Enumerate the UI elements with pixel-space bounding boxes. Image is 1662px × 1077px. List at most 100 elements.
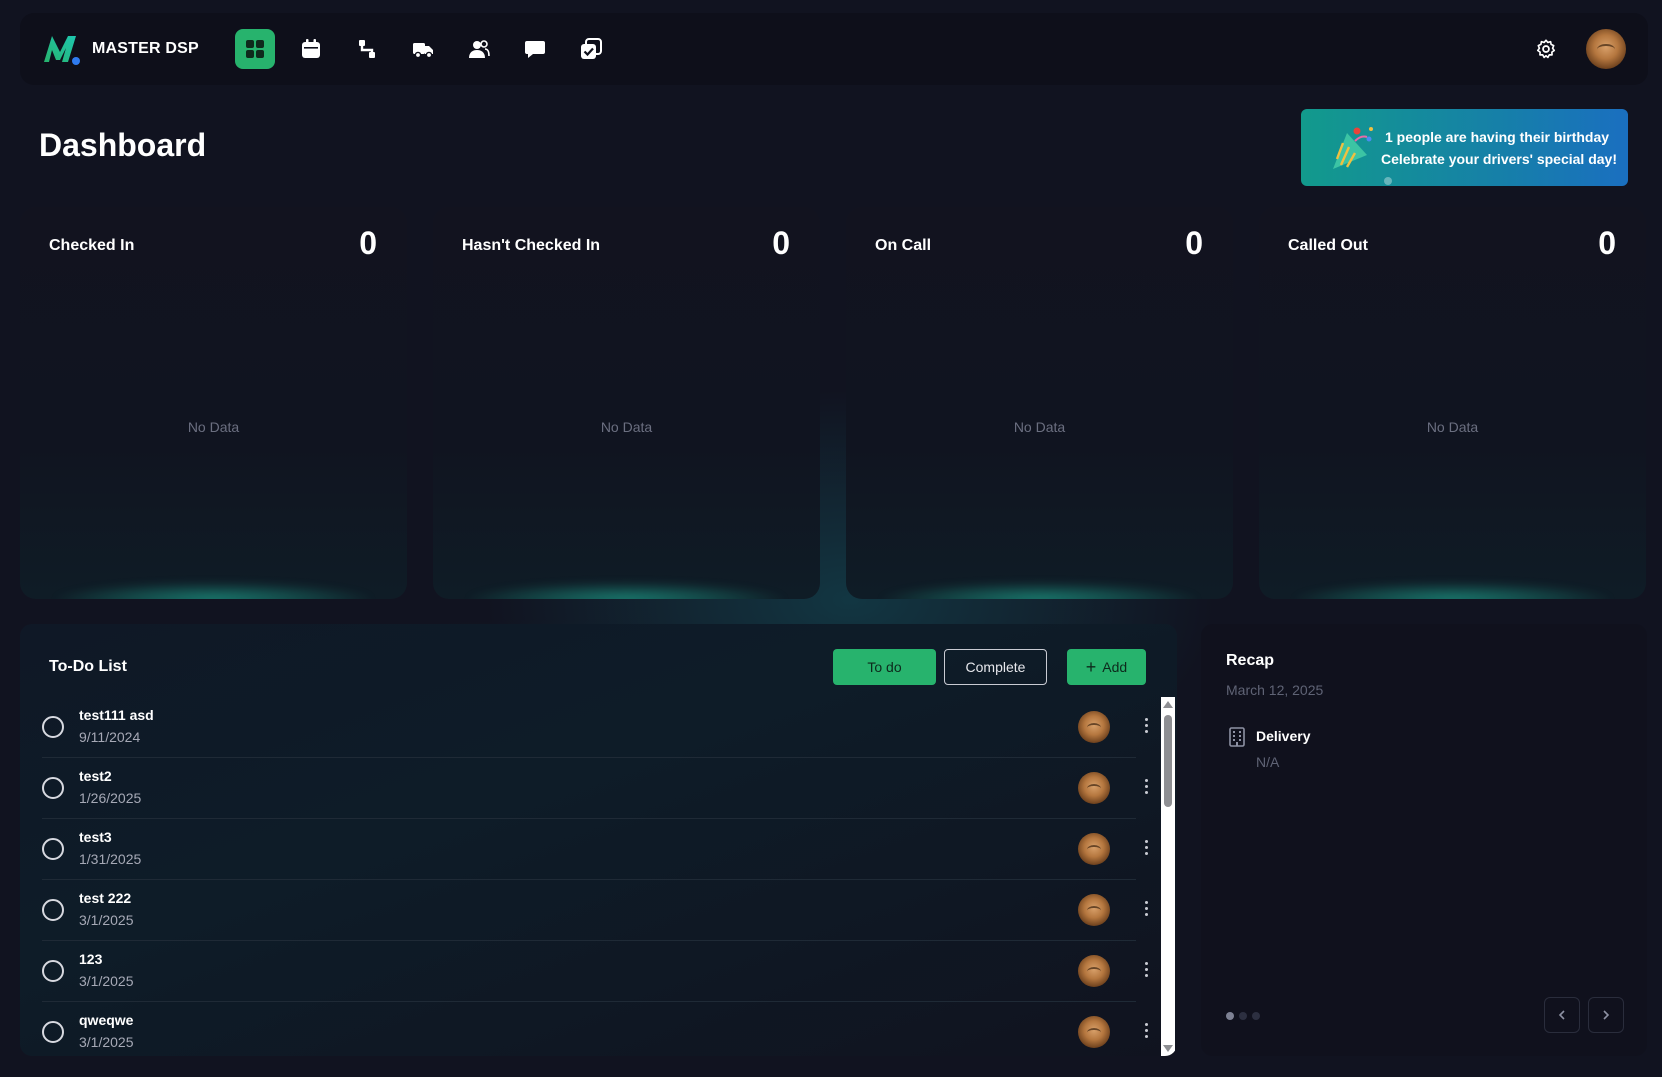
calendar-icon	[302, 39, 320, 58]
stat-card-called-out: Called Out 0 No Data	[1259, 207, 1646, 599]
chat-icon	[525, 41, 545, 58]
nav-fleet[interactable]	[403, 29, 443, 69]
recap-next-button[interactable]	[1588, 997, 1624, 1033]
todo-name: test111 asd	[79, 707, 154, 723]
todo-item[interactable]: test2 1/26/2025	[42, 758, 1148, 819]
more-options-icon[interactable]	[1138, 1020, 1154, 1044]
scroll-thumb[interactable]	[1164, 715, 1172, 807]
recap-item-label: Delivery	[1256, 728, 1311, 744]
recap-date: March 12, 2025	[1226, 682, 1324, 698]
pagination-dot-active[interactable]	[1226, 1012, 1234, 1020]
assignee-avatar	[1078, 711, 1110, 743]
todo-checkbox[interactable]	[42, 838, 64, 860]
more-options-icon[interactable]	[1138, 837, 1154, 861]
top-navbar: MASTER DSP	[20, 13, 1648, 85]
complete-filter-button[interactable]: Complete	[944, 649, 1047, 685]
todo-filter-button[interactable]: To do	[833, 649, 936, 685]
stat-count: 0	[1185, 225, 1203, 261]
main-nav	[235, 29, 627, 69]
todo-list: test111 asd 9/11/2024 test2 1/26/2025 te…	[42, 697, 1148, 1056]
assignee-avatar	[1078, 1016, 1110, 1048]
todo-checkbox[interactable]	[42, 960, 64, 982]
nav-dashboard[interactable]	[235, 29, 275, 69]
birthday-banner[interactable]: 1 people are having their birthday Celeb…	[1301, 109, 1628, 186]
todo-item[interactable]: test111 asd 9/11/2024	[42, 697, 1148, 758]
recap-prev-button[interactable]	[1544, 997, 1580, 1033]
recap-title: Recap	[1226, 652, 1275, 669]
page-title: Dashboard	[39, 127, 207, 163]
todo-date: 3/1/2025	[79, 973, 134, 989]
nav-routes[interactable]	[347, 29, 387, 69]
todo-scrollbar[interactable]	[1161, 697, 1175, 1056]
party-popper-icon	[1333, 126, 1373, 169]
todo-name: test 222	[79, 890, 132, 906]
todo-title: To-Do List	[49, 658, 127, 675]
scroll-up-arrow-icon[interactable]	[1163, 701, 1173, 708]
todo-date: 9/11/2024	[79, 729, 141, 745]
todo-item[interactable]: qweqwe 3/1/2025	[42, 1002, 1148, 1056]
stat-card-not-checked-in: Hasn't Checked In 0 No Data	[433, 207, 820, 599]
people-icon	[469, 40, 490, 58]
todo-date: 3/1/2025	[79, 912, 134, 928]
stat-card-on-call: On Call 0 No Data	[846, 207, 1233, 599]
dashboard-grid-icon	[246, 40, 264, 58]
todo-name: test2	[79, 768, 112, 784]
todo-checkbox[interactable]	[42, 899, 64, 921]
todo-item[interactable]: test 222 3/1/2025	[42, 880, 1148, 941]
more-options-icon[interactable]	[1138, 776, 1154, 800]
stat-label: Hasn't Checked In	[462, 237, 601, 254]
plus-icon: +	[1085, 657, 1097, 677]
birthday-count-text: 1 people are having their birthday	[1385, 128, 1610, 145]
more-options-icon[interactable]	[1138, 715, 1154, 739]
add-button-label: Add	[1102, 659, 1128, 675]
assignee-avatar	[1078, 772, 1110, 804]
stat-label: On Call	[875, 237, 932, 254]
nav-tasks[interactable]	[571, 29, 611, 69]
todo-date: 1/31/2025	[79, 851, 142, 867]
top-right-controls	[1532, 29, 1626, 69]
recap-pagination-dots	[1226, 1012, 1265, 1020]
todo-panel: To-Do List To do Complete + Add test111 …	[20, 624, 1177, 1056]
brand-logo[interactable]: MASTER DSP	[42, 32, 222, 66]
chevron-right-icon	[1603, 1010, 1610, 1020]
pagination-dot[interactable]	[1239, 1012, 1247, 1020]
stat-label: Checked In	[49, 237, 135, 254]
nav-people[interactable]	[459, 29, 499, 69]
todo-checkbox[interactable]	[42, 1021, 64, 1043]
todo-item[interactable]: test3 1/31/2025	[42, 819, 1148, 880]
recap-panel: Recap March 12, 2025 Delivery N/A	[1201, 624, 1647, 1056]
master-dsp-logo-icon	[44, 36, 80, 65]
tasks-icon	[581, 38, 602, 59]
settings-button[interactable]	[1532, 35, 1560, 63]
building-icon	[1229, 727, 1245, 747]
recap-item-value: N/A	[1256, 754, 1280, 770]
scroll-down-arrow-icon[interactable]	[1163, 1045, 1173, 1052]
stat-count: 0	[1598, 225, 1616, 261]
todo-item[interactable]: 123 3/1/2025	[42, 941, 1148, 1002]
todo-name: qweqwe	[79, 1012, 134, 1028]
assignee-avatar	[1078, 894, 1110, 926]
todo-checkbox[interactable]	[42, 777, 64, 799]
empty-state: No Data	[187, 419, 240, 435]
more-options-icon[interactable]	[1138, 959, 1154, 983]
user-avatar[interactable]	[1586, 29, 1626, 69]
birthday-text: 1 people are having their birthday Celeb…	[1381, 126, 1617, 170]
stat-label: Called Out	[1288, 237, 1369, 254]
assignee-avatar	[1078, 955, 1110, 987]
more-options-icon[interactable]	[1138, 898, 1154, 922]
todo-name: test3	[79, 829, 112, 845]
add-todo-button[interactable]: + Add	[1067, 649, 1146, 685]
gear-icon	[1536, 39, 1556, 59]
todo-checkbox[interactable]	[42, 716, 64, 738]
assignee-avatar	[1078, 833, 1110, 865]
todo-date: 3/1/2025	[79, 1034, 134, 1050]
nav-messages[interactable]	[515, 29, 555, 69]
chevron-left-icon	[1558, 1010, 1565, 1020]
empty-state: No Data	[1013, 419, 1066, 435]
nav-calendar[interactable]	[291, 29, 331, 69]
pagination-dot[interactable]	[1252, 1012, 1260, 1020]
empty-state: No Data	[600, 419, 653, 435]
stat-card-checked-in: Checked In 0 No Data	[20, 207, 407, 599]
brand-name: MASTER DSP	[92, 40, 199, 57]
route-icon	[359, 40, 375, 58]
